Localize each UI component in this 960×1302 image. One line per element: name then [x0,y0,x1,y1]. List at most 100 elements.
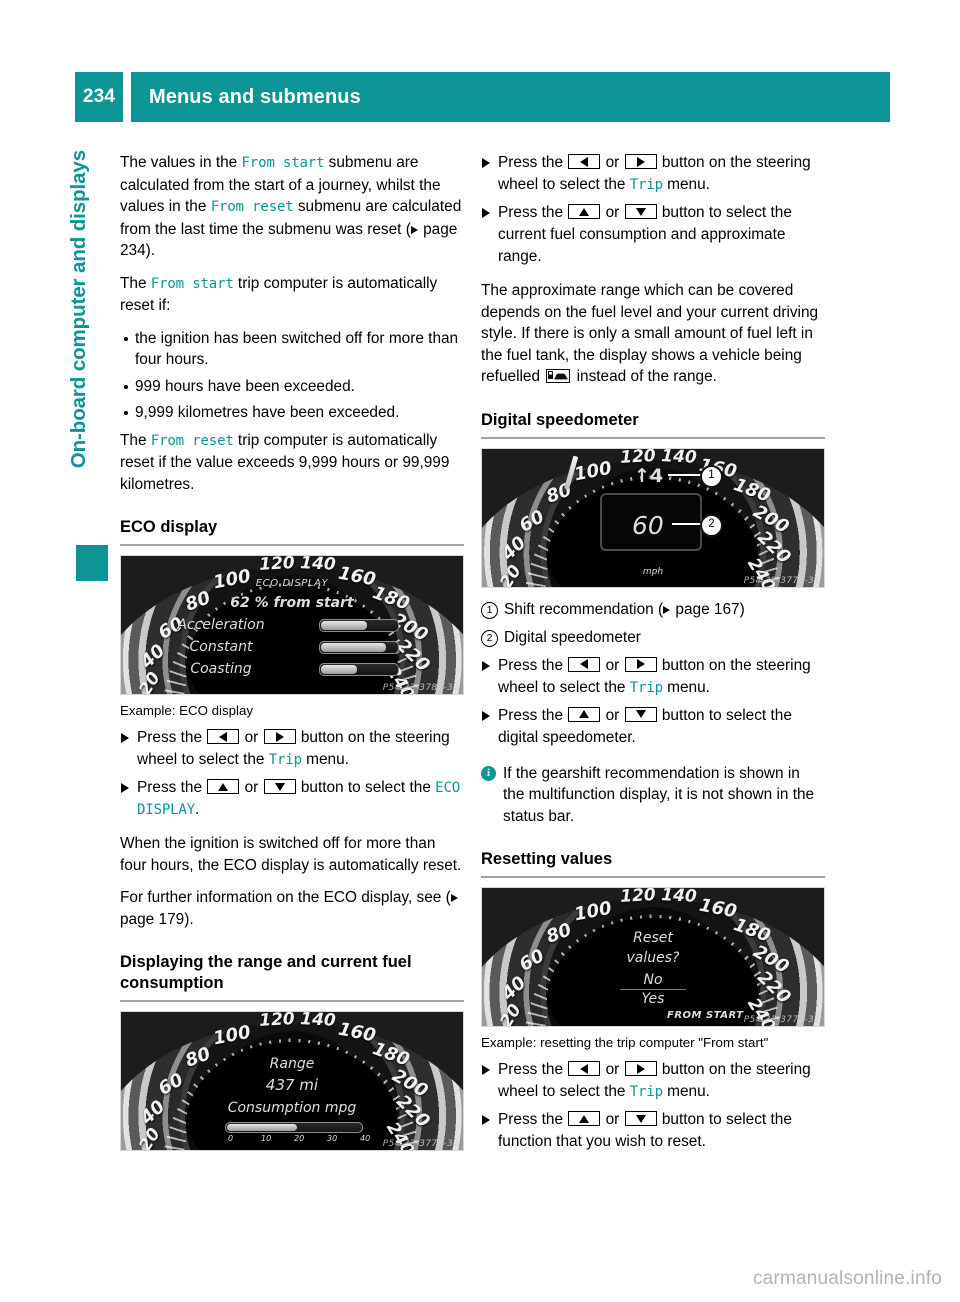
text-run: menu. [301,751,349,768]
callout-number: 1 [481,601,498,619]
text-run: Shift recommendation ( [504,600,664,618]
paragraph-from-start-auto-reset: The From start trip computer is automati… [120,273,464,317]
refuel-vehicle-icon [546,369,571,383]
left-arrow-button[interactable] [568,154,601,169]
text-run: Press the [498,1061,568,1078]
right-arrow-button[interactable] [624,154,657,169]
text-run: or [601,656,624,674]
text-run: Press the [498,154,568,171]
left-arrow-button[interactable] [568,656,601,672]
step-select-trip-menu: Press the or button on the steering whee… [481,1059,825,1103]
text-run: The [120,274,151,292]
down-arrow-button[interactable] [624,706,657,722]
dial-number: 120 [258,555,295,576]
step-select-digital-speedometer: Press the or button to select the digita… [481,705,825,749]
consumption-scale-label: 10 [261,1134,272,1143]
reset-option-divider [620,989,686,990]
text-run: Digital speedometer [504,628,641,646]
eco-row-bar-fill [321,621,367,630]
page-title-text: Menus and submenus [149,85,361,108]
left-column: The values in the From start submenu are… [120,152,464,1151]
step-arrow-icon [121,733,129,743]
step-arrow-icon [482,660,490,671]
up-arrow-button[interactable] [568,706,601,722]
consumption-scale-label: 40 [360,1134,371,1143]
ui-string-trip: Trip [629,679,663,696]
heading-digital-speedometer: Digital speedometer [481,410,639,429]
figure-stamp: P54.32-3772-31 [743,1015,820,1025]
info-icon: i [481,765,496,781]
callout-bubble-2: 2 [700,513,723,537]
consumption-bar [225,1122,363,1133]
text-run: For further information on the ECO displ… [120,889,451,906]
text-run: The [120,431,151,449]
step-select-trip-menu: Press the or button on the steering whee… [120,727,464,771]
figure-resetting-values: 20 40 60 80 100 120 140 160 180 200 220 240 Reset val… [481,887,825,1027]
down-arrow-button[interactable] [263,779,296,794]
down-arrow-button[interactable] [624,1111,657,1126]
range-value: 437 mi [265,1076,319,1094]
shift-recommendation-value: ↑4 [634,464,664,487]
paragraph-approximate-range: The approximate range which can be cover… [481,280,825,388]
ui-string-from-reset: From reset [210,199,294,215]
dial-number: 140 [299,1011,336,1032]
ui-string-trip: Trip [629,177,663,193]
text-run: menu. [662,678,710,696]
list-item: 999 hours have been exceeded. [120,376,464,398]
eco-row-label: Acceleration [177,617,265,633]
paragraph-from-reset-auto-reset: The From reset trip computer is automati… [120,430,464,496]
text-run: Press the [498,706,568,724]
speed-unit-label: mph [642,566,664,577]
reset-option-yes: Yes [641,991,665,1007]
ui-string-trip: Trip [629,1084,663,1100]
eco-row-bar [319,619,399,632]
step-select-eco-display: Press the or button to select the ECO DI… [120,777,464,821]
paragraph-eco-auto-reset: When the ignition is switched off for mo… [120,835,462,874]
ui-string-from-start: From start [150,275,234,292]
text-run: The values in the [120,154,242,171]
text-run: Press the [498,1111,568,1128]
page-reference-text: page 167) [671,600,745,618]
eco-row-bar-fill [321,643,387,652]
step-arrow-icon [482,1065,490,1075]
text-run: instead of the range. [572,368,717,385]
right-arrow-button[interactable] [624,1061,657,1076]
consumption-scale-label: 20 [294,1134,305,1143]
step-select-trip-menu: Press the or button on the steering whee… [481,152,825,196]
range-label: Range [269,1056,315,1072]
consumption-bar-fill [227,1124,297,1131]
text-run: menu. [662,1083,710,1100]
ui-string-trip: Trip [268,752,302,768]
figure-eco-display: 20 40 60 80 100 120 140 160 180 200 220 240 ECO DISP… [120,555,464,695]
text-run: or [601,1061,624,1078]
text-run: Press the [137,729,207,746]
list-item-label: the ignition has been switched off for m… [135,329,459,369]
heading-resetting-values: Resetting values [481,850,613,868]
step-arrow-icon [482,208,490,218]
text-run: or [601,154,624,171]
figure-range-consumption: 20 40 60 80 100 120 140 160 180 200 220 240 Range 437… [120,1011,464,1151]
right-arrow-button[interactable] [263,729,296,744]
ui-string-from-start: From start [241,155,325,171]
heading-rule [120,1000,464,1002]
text-run: or [240,729,263,746]
left-arrow-button[interactable] [207,729,240,744]
dial-number: 140 [660,447,697,468]
right-arrow-button[interactable] [624,656,657,672]
callout-shift-recommendation: 1 Shift recommendation ( page 167) [481,599,825,621]
chapter-tab: On-board computer and displays [62,150,96,670]
digital-speed-value: 60 [632,510,664,540]
text-run: or [601,204,624,221]
down-arrow-button[interactable] [624,204,657,219]
text-run: or [601,1111,624,1128]
eco-row-bar [319,641,399,654]
list-item-label: 9,999 kilometres have been exceeded. [135,404,400,421]
left-arrow-button[interactable] [568,1061,601,1076]
up-arrow-button[interactable] [568,204,601,219]
consumption-label: Consumption mpg [227,1100,357,1116]
figure-stamp: P54.32-3779-31 [382,1139,459,1149]
list-item: 9,999 kilometres have been exceeded. [120,402,464,424]
up-arrow-button[interactable] [207,779,240,794]
up-arrow-button[interactable] [568,1111,601,1126]
step-arrow-icon [482,710,490,721]
